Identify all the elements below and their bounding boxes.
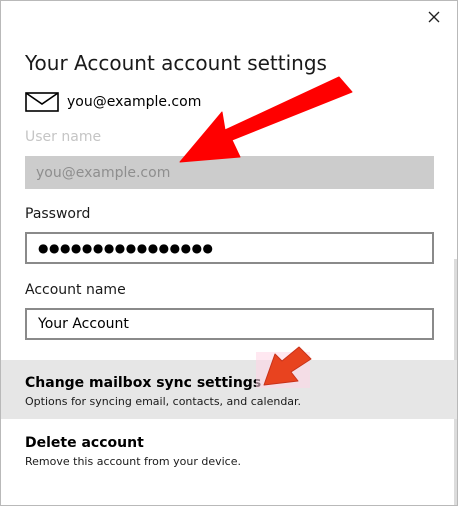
sync-settings-description: Options for syncing email, contacts, and… [25,395,302,408]
mail-envelope-icon [25,92,59,112]
change-mailbox-sync-settings-link[interactable]: Change mailbox sync settings Options for… [1,360,457,419]
password-label: Password [25,206,91,222]
account-name-label: Account name [25,282,126,298]
sync-settings-title: Change mailbox sync settings [25,375,262,391]
account-name-value: Your Account [38,316,129,332]
password-value: ●●●●●●●●●●●●●●●● [38,241,214,255]
password-field[interactable]: ●●●●●●●●●●●●●●●● [25,232,434,264]
dialog-title: Your Account account settings [25,51,327,75]
account-settings-dialog: Your Account account settings you@exampl… [0,0,458,506]
account-name-field[interactable]: Your Account [25,308,434,340]
username-label: User name [25,129,102,145]
close-button[interactable] [417,3,451,31]
delete-account-description: Remove this account from your device. [25,455,241,468]
close-icon [428,11,440,23]
account-email-row: you@example.com [25,91,201,113]
delete-account-link[interactable]: Delete account Remove this account from … [1,425,457,481]
username-field: you@example.com [25,156,434,189]
account-email: you@example.com [67,94,202,110]
delete-account-title: Delete account [25,435,144,451]
username-value: you@example.com [36,164,171,181]
